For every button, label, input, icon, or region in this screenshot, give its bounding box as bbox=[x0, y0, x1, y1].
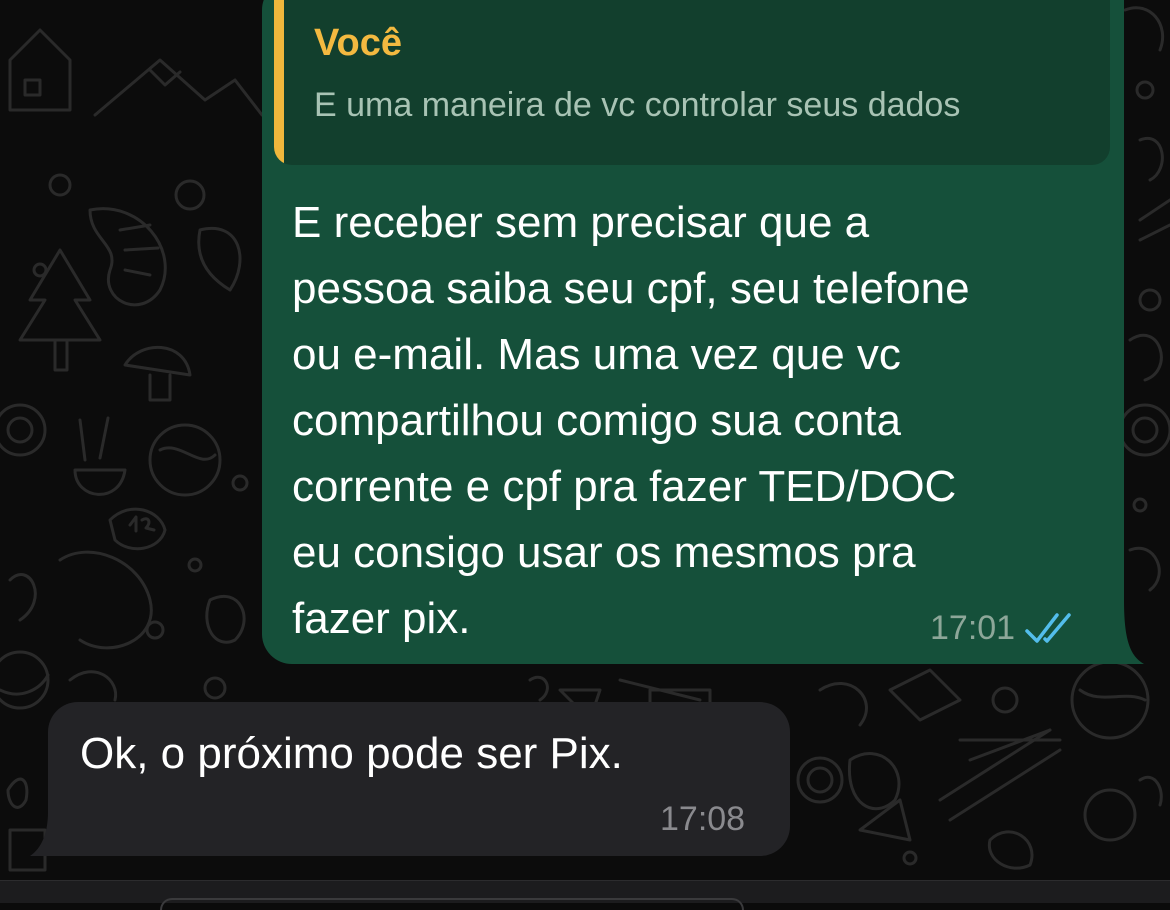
message-line: compartilhou comigo sua conta bbox=[292, 396, 901, 445]
quoted-author: Você bbox=[314, 22, 403, 64]
double-check-read-icon bbox=[1025, 613, 1071, 643]
incoming-bubble-tail bbox=[30, 812, 54, 856]
outgoing-message-meta: 17:01 bbox=[930, 606, 1098, 650]
message-line: ou e-mail. Mas uma vez que vc bbox=[292, 330, 901, 379]
message-line: pessoa saiba seu cpf, seu telefone bbox=[292, 264, 970, 313]
outgoing-message-text: E receber sem precisar que a pessoa saib… bbox=[292, 190, 1102, 652]
quoted-text: E uma maneira de vc controlar seus dados bbox=[314, 86, 961, 124]
message-line: E receber sem precisar que a bbox=[292, 198, 870, 247]
outgoing-bubble-tail bbox=[1120, 600, 1144, 664]
chat-area[interactable]: Você E uma maneira de vc controlar seus … bbox=[0, 0, 1170, 880]
message-timestamp: 17:01 bbox=[930, 608, 1016, 647]
incoming-message-text: Ok, o próximo pode ser Pix. bbox=[80, 729, 623, 778]
message-input-field[interactable] bbox=[160, 898, 744, 910]
quote-accent-bar bbox=[274, 0, 284, 165]
message-timestamp: 17:08 bbox=[660, 800, 746, 838]
message-line: corrente e cpf pra fazer TED/DOC bbox=[292, 462, 957, 511]
message-line: eu consigo usar os mesmos pra bbox=[292, 528, 916, 577]
quoted-message[interactable]: Você E uma maneira de vc controlar seus … bbox=[274, 0, 1110, 165]
